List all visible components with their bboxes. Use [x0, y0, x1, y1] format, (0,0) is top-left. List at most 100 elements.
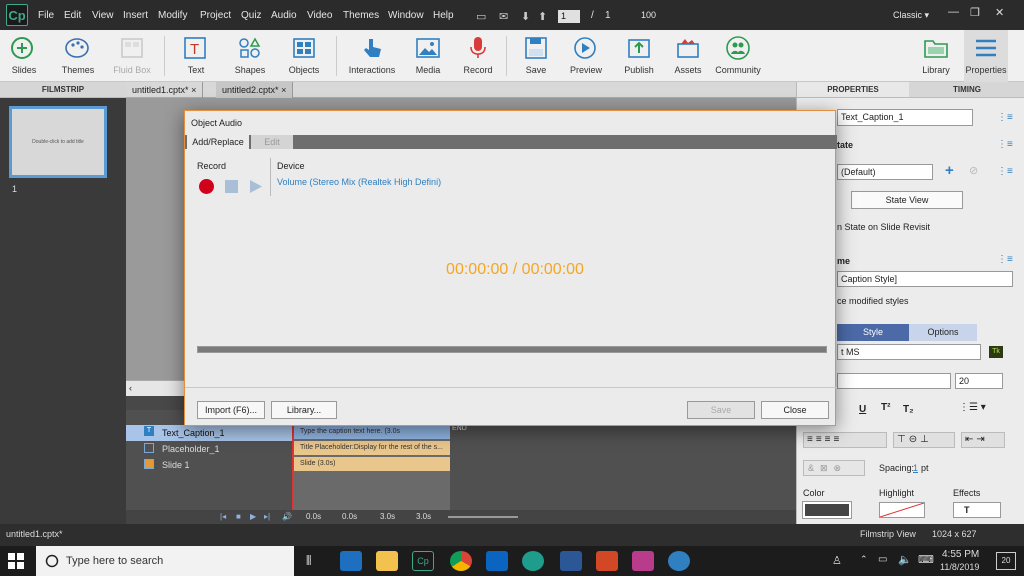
arrow-down-icon[interactable]: ⬇: [521, 10, 530, 23]
scroll-left-icon[interactable]: ‹: [129, 383, 132, 393]
effects-select[interactable]: T: [953, 502, 1001, 518]
revisit-checkbox-label[interactable]: n State on Slide Revisit: [837, 222, 930, 232]
color-swatch[interactable]: [802, 501, 852, 519]
record-dot-icon[interactable]: [199, 179, 214, 194]
state-view-button[interactable]: State View: [851, 191, 963, 209]
volume-icon[interactable]: 🔈: [898, 553, 912, 566]
preview-button[interactable]: Preview: [564, 30, 608, 82]
clock-date[interactable]: 11/8/2019: [940, 562, 979, 572]
app-icon[interactable]: [668, 551, 690, 571]
properties-button[interactable]: Properties: [964, 30, 1008, 82]
powerpoint-icon[interactable]: [596, 551, 618, 571]
slide-bar[interactable]: Slide (3.0s): [294, 457, 450, 471]
outlook-icon[interactable]: [486, 551, 508, 571]
menu-edit[interactable]: Edit: [64, 10, 81, 21]
menu-quiz[interactable]: Quiz: [241, 10, 262, 21]
close-icon[interactable]: ✕: [995, 6, 1004, 19]
taskbar-search-box[interactable]: Type here to search: [36, 546, 294, 576]
device-select[interactable]: Volume (Stereo Mix (Realtek High Defini): [277, 177, 441, 187]
underline-button[interactable]: U: [859, 404, 866, 415]
network-icon[interactable]: ▭: [878, 554, 887, 565]
tab-untitled2[interactable]: untitled2.cptx* ×: [216, 82, 294, 98]
menu-window[interactable]: Window: [388, 10, 424, 21]
library-button[interactable]: Library: [914, 30, 958, 82]
task-view-icon[interactable]: ⫴: [306, 553, 311, 569]
mail-icon[interactable]: ✉: [499, 10, 508, 23]
menu-video[interactable]: Video: [307, 10, 332, 21]
menu-project[interactable]: Project: [200, 10, 231, 21]
object-name-field[interactable]: Text_Caption_1: [837, 109, 973, 126]
file-explorer-icon[interactable]: [376, 551, 398, 571]
word-icon[interactable]: [560, 551, 582, 571]
typekit-icon[interactable]: Tk: [989, 346, 1003, 358]
close-tab-icon[interactable]: ×: [281, 85, 286, 95]
menu-themes[interactable]: Themes: [343, 10, 379, 21]
workspace-switcher[interactable]: Classic ▾: [893, 10, 929, 21]
options-menu-icon[interactable]: ⋮≡: [997, 112, 1013, 123]
windows-start-icon[interactable]: [8, 553, 24, 569]
page-current-input[interactable]: 1: [558, 10, 580, 23]
app-icon[interactable]: [522, 551, 544, 571]
text-button[interactable]: T Text: [174, 30, 218, 82]
publish-button[interactable]: Publish: [616, 30, 662, 82]
spacing-value[interactable]: 1: [913, 463, 918, 473]
timeline-zoom-slider[interactable]: [448, 516, 518, 518]
superscript-button[interactable]: T²: [881, 402, 890, 413]
objects-button[interactable]: Objects: [282, 30, 326, 82]
audio-waveform-bar[interactable]: [197, 346, 827, 353]
slides-button[interactable]: Slides: [2, 30, 46, 82]
last-frame-icon[interactable]: ▸|: [264, 510, 270, 524]
slide-thumbnail[interactable]: Double-click to add title: [9, 106, 107, 178]
close-tab-icon[interactable]: ×: [191, 85, 196, 95]
tray-chevron-icon[interactable]: ⌃: [860, 554, 868, 565]
font-size-select[interactable]: 20: [955, 373, 1003, 389]
list-style-button[interactable]: ⋮☰ ▾: [959, 402, 986, 413]
menu-view[interactable]: View: [92, 10, 114, 21]
font-style-select[interactable]: [837, 373, 951, 389]
menu-file[interactable]: File: [38, 10, 54, 21]
options-menu-icon[interactable]: ⋮≡: [997, 139, 1013, 150]
library-button[interactable]: Library...: [271, 401, 337, 419]
menu-audio[interactable]: Audio: [271, 10, 297, 21]
font-family-select[interactable]: t MS: [837, 344, 981, 360]
tab-style[interactable]: Style: [837, 324, 909, 341]
assets-button[interactable]: Assets: [666, 30, 710, 82]
style-select[interactable]: Caption Style]: [837, 271, 1013, 287]
subscript-button[interactable]: T₂: [903, 404, 914, 415]
tab-options[interactable]: Options: [909, 324, 977, 341]
add-state-icon[interactable]: +: [945, 162, 954, 179]
menu-help[interactable]: Help: [433, 10, 454, 21]
minimize-icon[interactable]: —: [948, 6, 959, 18]
captivate-taskbar-icon[interactable]: Cp: [412, 551, 434, 571]
play-icon[interactable]: ▶: [250, 510, 256, 524]
tab-timing[interactable]: TIMING: [909, 82, 1024, 98]
audio-icon[interactable]: 🔊: [282, 510, 292, 524]
keyboard-icon[interactable]: ⌨: [918, 553, 934, 566]
zoom-value[interactable]: 100: [641, 10, 656, 20]
fluid-box-button[interactable]: Fluid Box: [110, 30, 154, 82]
edge-icon[interactable]: [340, 551, 362, 571]
arrow-up-icon[interactable]: ⬆: [538, 10, 547, 23]
shapes-button[interactable]: Shapes: [228, 30, 272, 82]
highlight-swatch[interactable]: [879, 502, 925, 518]
stop-icon[interactable]: ■: [236, 510, 241, 524]
replace-modified-styles-checkbox[interactable]: ce modified styles: [837, 296, 909, 306]
indent-buttons[interactable]: ⇤⇥: [961, 432, 1005, 448]
import-button[interactable]: Import (F6)...: [197, 401, 265, 419]
themes-button[interactable]: Themes: [54, 30, 102, 82]
notification-center-icon[interactable]: 20: [996, 552, 1016, 570]
app-icon[interactable]: [632, 551, 654, 571]
save-button[interactable]: Save: [514, 30, 558, 82]
record-button[interactable]: Record: [456, 30, 500, 82]
tab-add-replace[interactable]: Add/Replace: [187, 135, 249, 149]
first-frame-icon[interactable]: |◂: [220, 510, 226, 524]
vertical-align-buttons[interactable]: ⊤⊝⊥: [893, 432, 955, 448]
placeholder-bar[interactable]: Title Placeholder:Display for the rest o…: [294, 441, 450, 455]
media-button[interactable]: Media: [406, 30, 450, 82]
caption-bar[interactable]: Type the caption text here. (3.0s: [294, 425, 450, 439]
menu-modify[interactable]: Modify: [158, 10, 187, 21]
close-button[interactable]: Close: [761, 401, 829, 419]
maximize-icon[interactable]: ❐: [970, 6, 980, 19]
interactions-button[interactable]: Interactions: [344, 30, 400, 82]
chrome-icon[interactable]: [450, 551, 472, 571]
